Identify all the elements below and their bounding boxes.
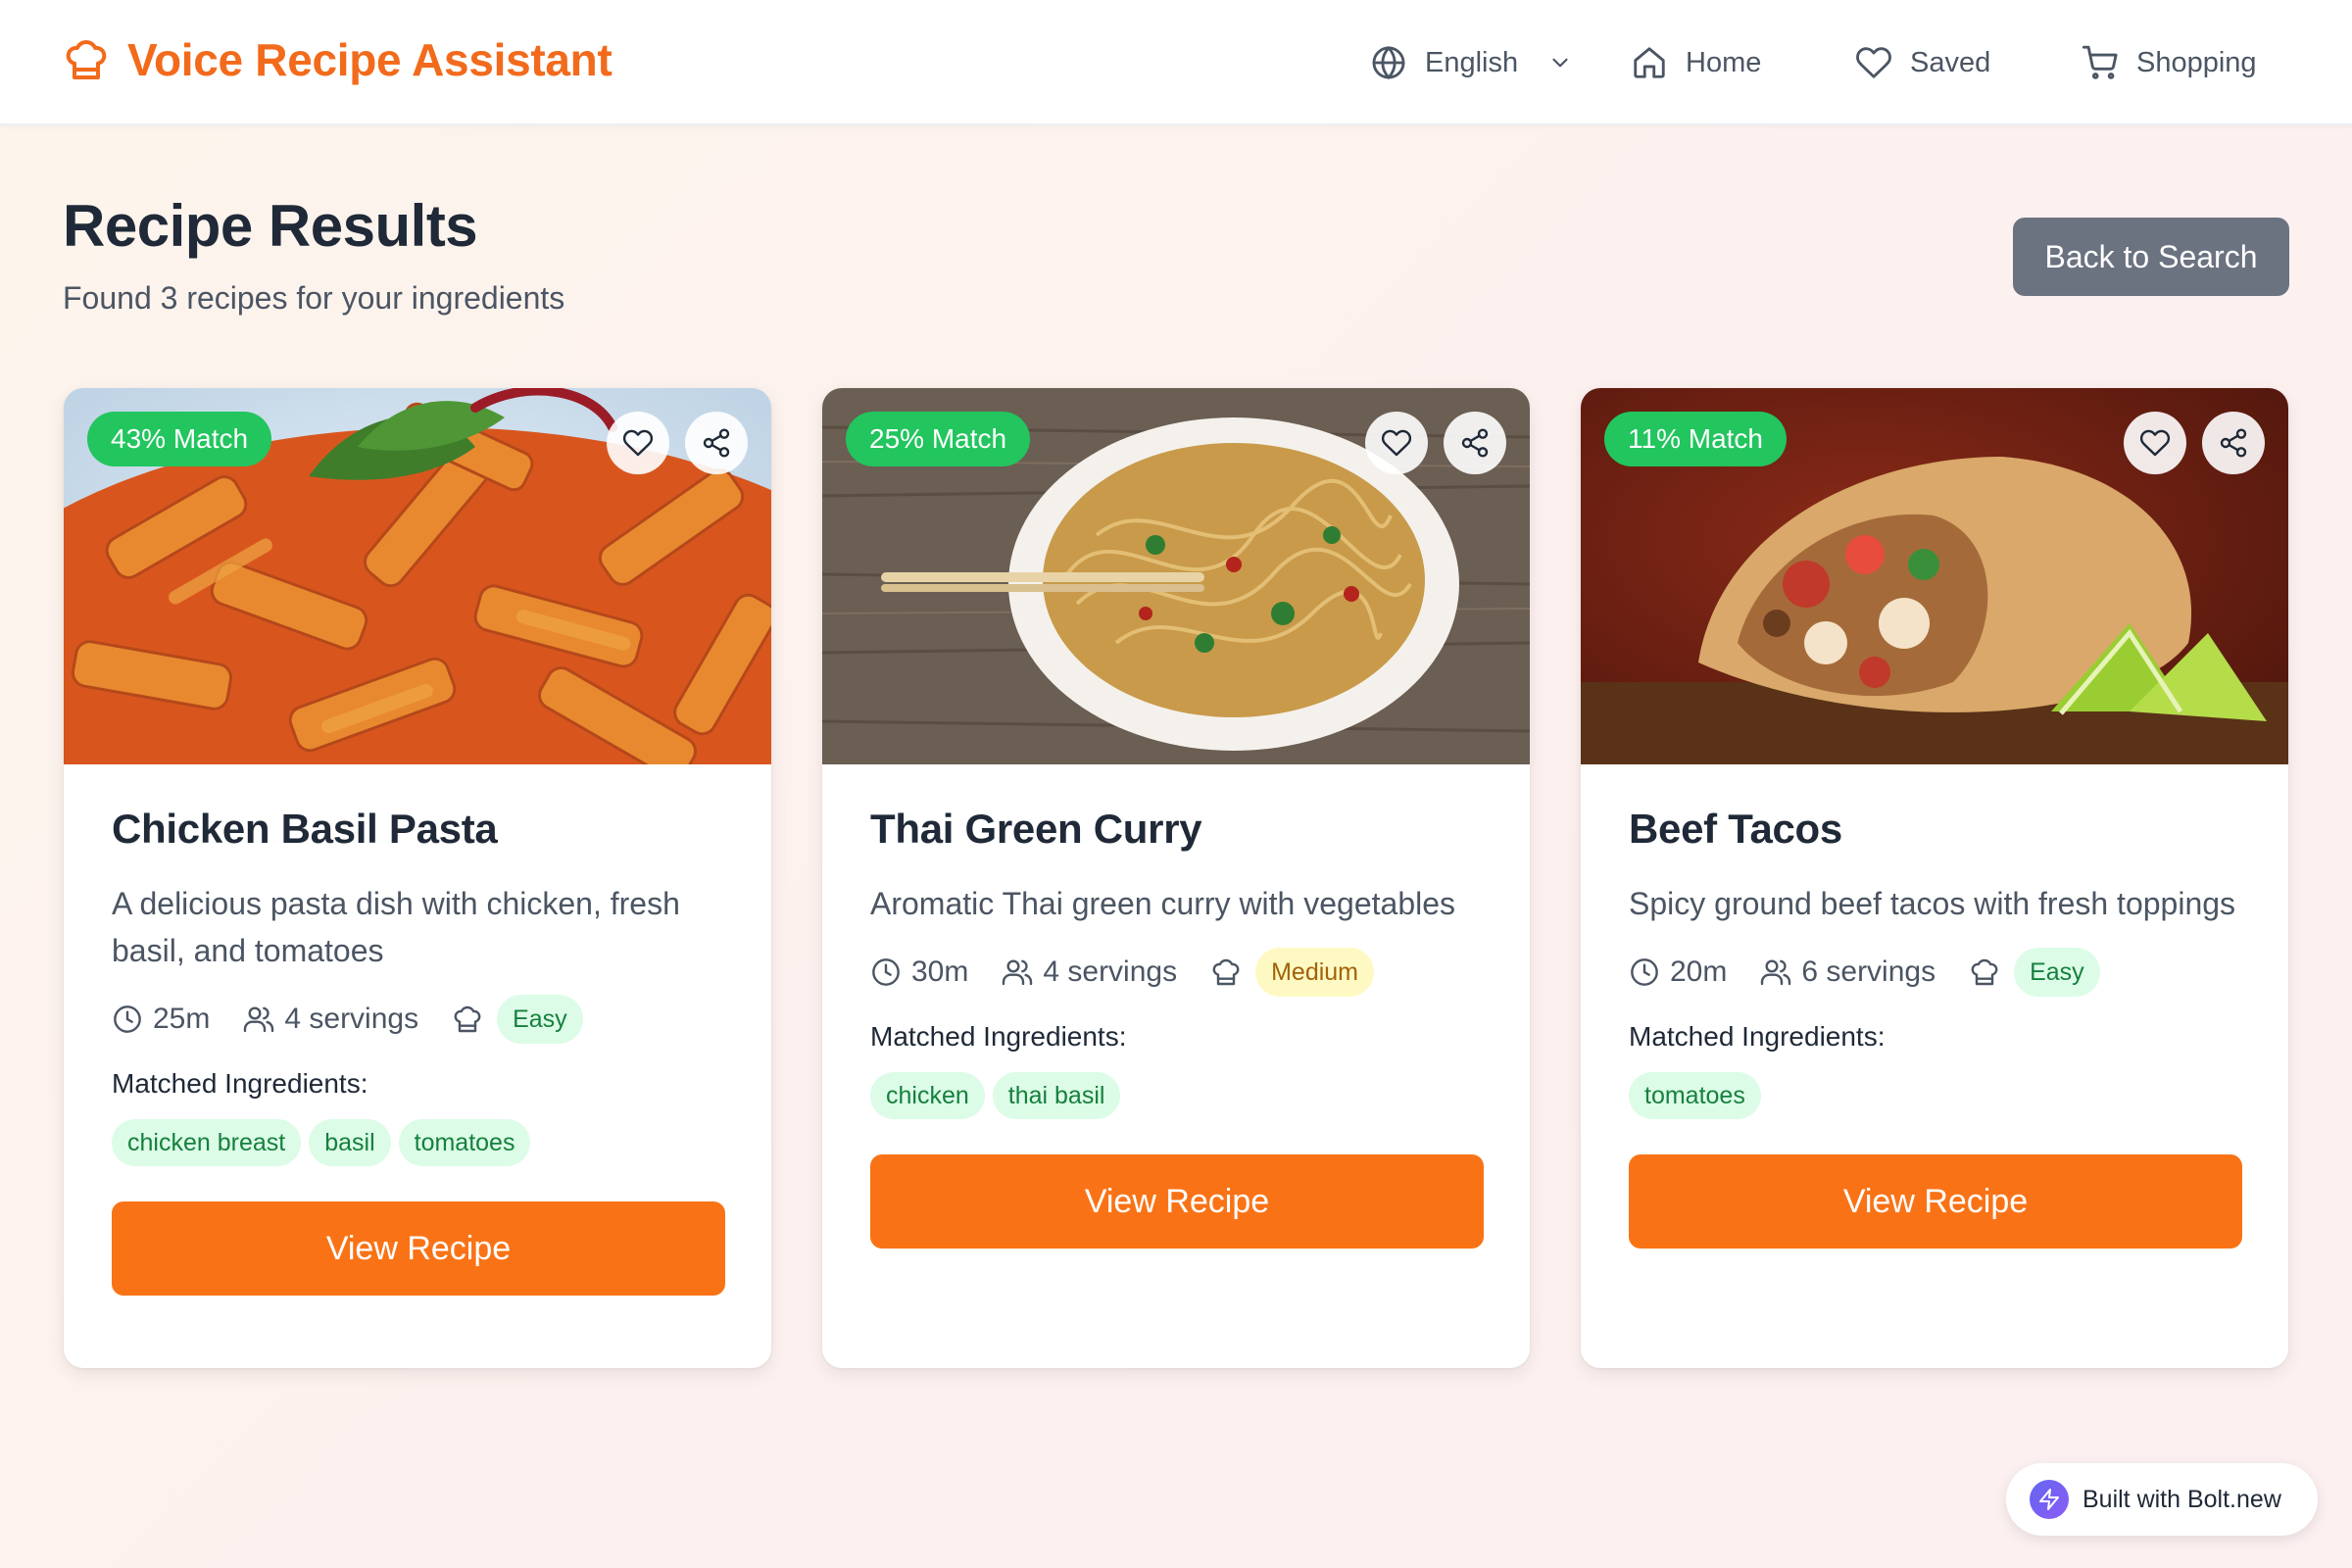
recipe-description: Aromatic Thai green curry with vegetable…	[870, 886, 1456, 921]
ingredient-tag: chicken	[870, 1072, 985, 1119]
chef-hat-icon	[63, 36, 110, 83]
ingredient-tag: tomatoes	[1629, 1072, 1761, 1119]
card-body: Beef Tacos Spicy ground beef tacos with …	[1629, 806, 2242, 1249]
chef-hat-icon	[1210, 956, 1242, 988]
ingredient-tags: tomatoes	[1629, 1072, 2240, 1119]
page-title: Recipe Results	[63, 193, 478, 259]
recipe-description: A delicious pasta dish with chicken, fre…	[112, 886, 680, 968]
view-recipe-button[interactable]: View Recipe	[870, 1154, 1484, 1249]
recipe-meta: 25m 4 servings Easy	[112, 994, 723, 1045]
nav-saved[interactable]: Saved	[1855, 39, 1990, 86]
clock-icon	[114, 1005, 141, 1033]
heart-icon	[1855, 44, 1892, 81]
nav-shopping-label: Shopping	[2136, 46, 2257, 78]
servings: 4 servings	[243, 1003, 418, 1036]
save-recipe-button[interactable]	[1365, 412, 1428, 474]
match-badge: 25% Match	[846, 412, 1031, 466]
built-with-bolt-badge[interactable]: Built with Bolt.new	[2006, 1463, 2318, 1536]
view-recipe-button[interactable]: View Recipe	[1629, 1154, 2242, 1249]
recipe-meta: 20m 6 servings Easy	[1629, 947, 2240, 998]
cook-time: 20m	[1629, 956, 1727, 989]
heart-icon	[2139, 429, 2171, 457]
back-to-search-button[interactable]: Back to Search	[2013, 218, 2289, 296]
language-label: English	[1425, 46, 1519, 78]
heart-icon	[622, 429, 654, 457]
heart-icon	[1381, 429, 1412, 457]
ingredient-tag: tomatoes	[398, 1119, 531, 1166]
save-recipe-button[interactable]	[607, 412, 669, 474]
recipe-title[interactable]: Chicken Basil Pasta	[112, 806, 723, 853]
share-recipe-button[interactable]	[2202, 412, 2265, 474]
globe-icon	[1370, 44, 1407, 81]
recipe-card: 43% Match Chicken Basil Pasta A deliciou…	[64, 388, 771, 1368]
ingredient-tag: thai basil	[992, 1072, 1121, 1119]
share-recipe-button[interactable]	[1444, 412, 1506, 474]
nav-home-label: Home	[1686, 46, 1762, 78]
save-recipe-button[interactable]	[2124, 412, 2186, 474]
matched-ingredients-label: Matched Ingredients:	[1629, 1021, 1886, 1052]
recipe-image: 25% Match	[822, 388, 1530, 764]
cart-icon	[2082, 44, 2119, 81]
nav-shopping[interactable]: Shopping	[2082, 39, 2257, 86]
share-icon	[703, 428, 730, 458]
time-value: 30m	[911, 956, 969, 988]
nav-home[interactable]: Home	[1631, 39, 1761, 86]
clock-icon	[1631, 958, 1658, 986]
recipe-meta: 30m 4 servings Medium	[870, 947, 1482, 998]
recipe-title[interactable]: Beef Tacos	[1629, 806, 2240, 853]
time-value: 25m	[153, 1003, 211, 1035]
users-icon	[1761, 959, 1791, 986]
recipe-image: 43% Match	[64, 388, 771, 764]
cook-time: 25m	[112, 1003, 210, 1036]
ingredient-tags: chicken thai basil	[870, 1072, 1482, 1119]
lightning-icon	[2030, 1480, 2069, 1519]
app-header: Voice Recipe Assistant English Home Save…	[0, 0, 2352, 125]
card-body: Chicken Basil Pasta A delicious pasta di…	[112, 806, 725, 1296]
users-icon	[1003, 959, 1033, 986]
chef-hat-icon	[452, 1004, 483, 1035]
recipe-card: 25% Match Thai Green Curry Aromatic Thai…	[822, 388, 1530, 1368]
chevron-down-icon	[1547, 50, 1573, 75]
difficulty-badge: Easy	[497, 995, 583, 1044]
share-recipe-button[interactable]	[685, 412, 748, 474]
clock-icon	[872, 958, 900, 986]
servings-value: 4 servings	[1043, 956, 1178, 988]
matched-ingredients-label: Matched Ingredients:	[112, 1068, 368, 1099]
ingredient-tags: chicken breast basil tomatoes	[112, 1119, 723, 1166]
users-icon	[244, 1006, 274, 1033]
recipe-image: 11% Match	[1581, 388, 2288, 764]
home-icon	[1631, 44, 1668, 81]
chef-hat-icon	[1969, 956, 2000, 988]
ingredient-tag: basil	[309, 1119, 391, 1166]
servings: 4 servings	[1002, 956, 1177, 989]
card-body: Thai Green Curry Aromatic Thai green cur…	[870, 806, 1484, 1249]
share-icon	[2220, 428, 2247, 458]
difficulty-badge: Easy	[2014, 948, 2100, 997]
servings: 6 servings	[1760, 956, 1936, 989]
servings-value: 4 servings	[284, 1003, 419, 1035]
time-value: 20m	[1670, 956, 1728, 988]
results-count: Found 3 recipes for your ingredients	[63, 280, 565, 316]
match-badge: 43% Match	[87, 412, 272, 466]
app-title: Voice Recipe Assistant	[127, 34, 612, 85]
language-selector[interactable]: English	[1370, 39, 1573, 86]
difficulty-badge: Medium	[1255, 948, 1375, 997]
match-badge: 11% Match	[1604, 412, 1787, 466]
nav-saved-label: Saved	[1910, 46, 1991, 78]
share-icon	[1461, 428, 1489, 458]
recipe-title[interactable]: Thai Green Curry	[870, 806, 1482, 853]
servings-value: 6 servings	[1801, 956, 1936, 988]
cook-time: 30m	[870, 956, 968, 989]
brand[interactable]: Voice Recipe Assistant	[63, 33, 612, 86]
ingredient-tag: chicken breast	[112, 1119, 302, 1166]
matched-ingredients-label: Matched Ingredients:	[870, 1021, 1127, 1052]
recipe-card: 11% Match Beef Tacos Spicy ground beef t…	[1581, 388, 2288, 1368]
view-recipe-button[interactable]: View Recipe	[112, 1201, 725, 1296]
recipe-description: Spicy ground beef tacos with fresh toppi…	[1629, 886, 2236, 921]
bolt-badge-label: Built with Bolt.new	[2082, 1485, 2281, 1513]
